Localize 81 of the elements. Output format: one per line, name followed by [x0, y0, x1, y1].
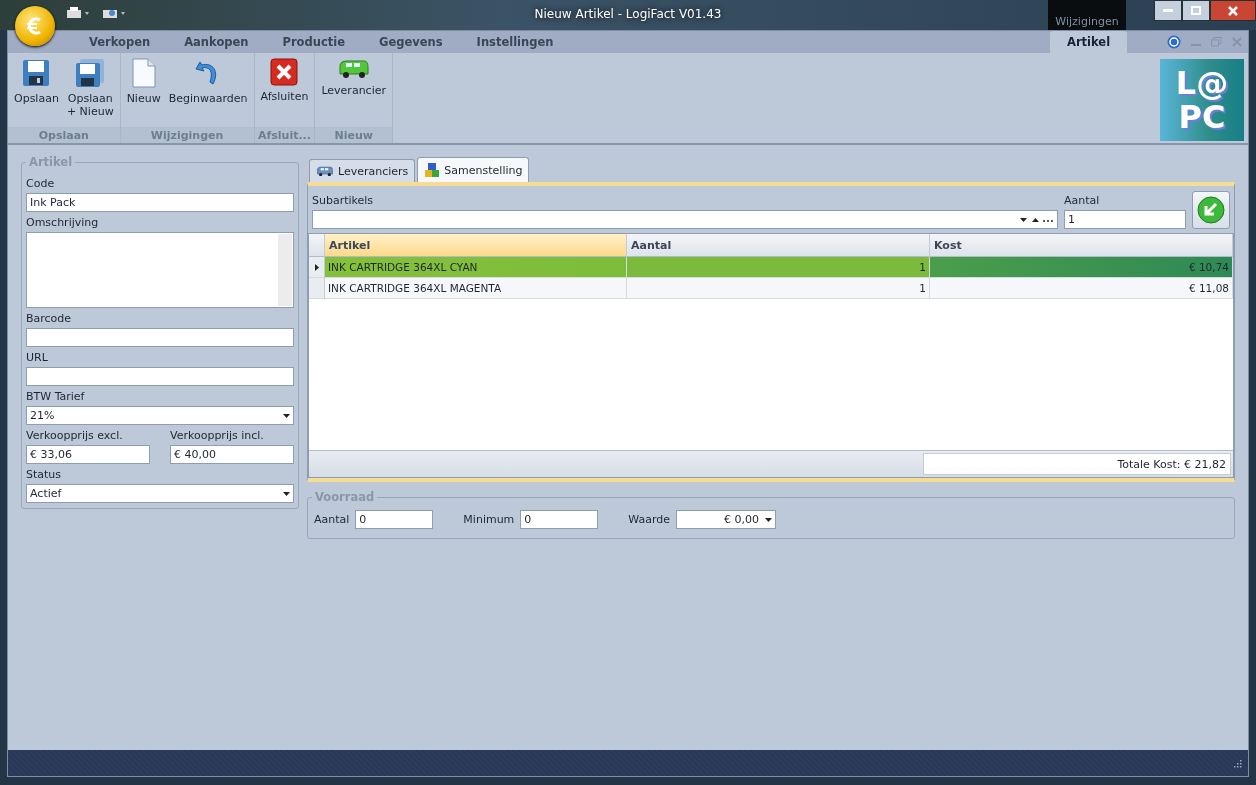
minimize-button[interactable] [1154, 0, 1182, 21]
close-icon [1228, 5, 1238, 16]
column-header[interactable]: Artikel [325, 234, 627, 257]
group-label: Opslaan [8, 127, 120, 143]
blank-page-icon [130, 58, 157, 88]
field-label: Aantal [1064, 194, 1101, 207]
arrow-down-left-icon [1197, 196, 1225, 224]
lookup-buttons-icon[interactable] [1020, 216, 1054, 223]
field-label: Subartikels [312, 194, 375, 207]
field-label: Verkoopprijs excl. [26, 429, 124, 442]
table-cell: 1 [627, 257, 930, 278]
field-label: Waarde [628, 513, 671, 526]
window-title: Nieuw Artikel - LogiFact V01.43 [533, 7, 723, 21]
maximize-icon [1191, 6, 1201, 15]
input-field[interactable]: Ink Pack [26, 193, 294, 212]
app-orb-button[interactable] [15, 6, 55, 46]
floppy-disks-icon [75, 58, 106, 88]
field-label: Verkoopprijs incl. [170, 429, 265, 442]
field-label: Omschrijving [26, 216, 100, 229]
resize-grip-icon[interactable] [1232, 758, 1242, 768]
group-label: Afsluit... [254, 127, 315, 143]
add-button[interactable] [1192, 191, 1230, 229]
ribbon-button[interactable]: Afsluiten [256, 56, 313, 127]
input-field[interactable] [26, 328, 294, 347]
ribbon-tab[interactable]: Productie [265, 31, 362, 53]
van-icon [337, 58, 370, 80]
input-field[interactable]: 1 [1064, 210, 1186, 229]
printer-icon[interactable] [66, 6, 90, 20]
field-label: Code [26, 177, 56, 190]
table-cell: 1 [627, 278, 930, 299]
input-field[interactable]: € 40,00 [170, 445, 294, 464]
field-label: Status [26, 468, 63, 481]
ribbon-button[interactable]: Opslaan + Nieuw [62, 56, 118, 127]
ribbon-tab[interactable]: Gegevens [362, 31, 460, 53]
group-label: Nieuw [315, 127, 392, 143]
ribbon-button[interactable]: Opslaan [10, 56, 63, 127]
dropdown-arrow-icon[interactable] [283, 413, 290, 418]
input-field[interactable]: 0 [355, 510, 434, 529]
table-cell: € 10,74 [930, 257, 1233, 278]
ribbon-tab[interactable]: Verkopen [72, 31, 168, 53]
field-label: Minimum [463, 513, 515, 526]
row-indicator[interactable] [309, 257, 325, 278]
description-textarea[interactable] [26, 232, 294, 308]
table-cell: INK CARTRIDGE 364XL MAGENTA [325, 278, 627, 299]
lookup-field[interactable] [312, 210, 1058, 229]
column-header[interactable]: Kost [930, 234, 1233, 257]
dropdown-field[interactable]: € 0,00 [676, 510, 777, 529]
ribbon-button[interactable]: Nieuw [122, 56, 165, 127]
dropdown-field[interactable]: Actief [26, 484, 294, 503]
ribbon-button[interactable]: Beginwaarden [164, 56, 252, 127]
company-logo: L@ PC [1160, 59, 1244, 141]
ribbon-tab[interactable]: Artikel [1050, 31, 1128, 53]
field-label: Barcode [26, 312, 73, 325]
current-row-icon [314, 263, 319, 271]
maximize-button[interactable] [1182, 0, 1210, 21]
cubes-icon [424, 162, 441, 178]
ribbon-tab[interactable]: Aankopen [167, 31, 266, 53]
field-label: BTW Tarief [26, 390, 86, 403]
van-icon [316, 165, 334, 177]
scrollbar[interactable] [278, 234, 292, 306]
dropdown-arrow-icon[interactable] [283, 491, 290, 496]
dropdown-arrow-icon[interactable] [765, 517, 773, 522]
table-cell: INK CARTRIDGE 364XL CYAN [325, 257, 627, 278]
close-icon [270, 58, 299, 86]
ribbon-button[interactable]: Leverancier [317, 56, 390, 127]
ribbon-tab[interactable]: Instellingen [459, 31, 571, 53]
column-header[interactable]: Aantal [627, 234, 930, 257]
dropdown-field[interactable]: 21% [26, 406, 294, 425]
minimize-icon [1163, 8, 1173, 13]
tab[interactable]: Samenstelling [417, 157, 530, 182]
total-cost: Totale Kost: € 21,82 [923, 453, 1231, 475]
close-button[interactable] [1210, 0, 1256, 21]
tab[interactable]: Leveranciers [309, 159, 416, 182]
context-group-label: Wijzigingen [1048, 0, 1126, 30]
field-label: URL [26, 351, 49, 364]
input-field[interactable]: € 33,06 [26, 445, 150, 464]
group-label: Wijzigingen [120, 127, 254, 143]
input-field[interactable] [26, 367, 294, 386]
input-field[interactable]: 0 [520, 510, 599, 529]
field-label: Aantal [314, 513, 350, 526]
table-cell: € 11,08 [930, 278, 1233, 299]
